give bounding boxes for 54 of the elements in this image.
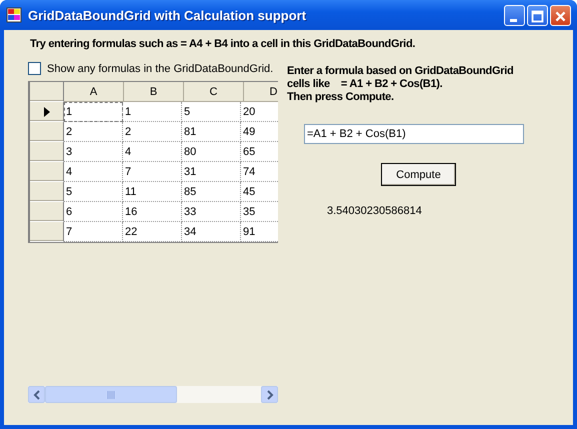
table-cell[interactable]: 20 <box>241 102 278 122</box>
table-cell[interactable]: 2 <box>123 122 182 142</box>
table-cell[interactable]: 65 <box>241 142 278 162</box>
table-cell[interactable]: 7 <box>64 222 123 242</box>
scrollbar-thumb[interactable] <box>45 386 177 403</box>
table-cell[interactable]: 2 <box>64 122 123 142</box>
help-text: Enter a formula based on GridDataBoundGrid <box>287 65 514 78</box>
scroll-right-button[interactable] <box>261 386 278 403</box>
chevron-left-icon <box>32 390 40 400</box>
window-title: GridDataBoundGrid with Calculation support <box>28 8 308 22</box>
formula-field[interactable]: =A1 + B2 + Cos(B1) <box>304 124 524 144</box>
current-row-icon <box>44 106 50 116</box>
row-header[interactable] <box>30 102 64 122</box>
table-cell[interactable]: 31 <box>182 162 241 182</box>
table-cell[interactable]: 7 <box>123 162 182 182</box>
table-cell[interactable]: 22 <box>123 222 182 242</box>
grip-icon <box>106 390 116 398</box>
table-cell[interactable]: 16 <box>123 202 182 222</box>
checkbox[interactable] <box>28 62 41 75</box>
table-cell[interactable]: 80 <box>182 142 241 162</box>
table-cell[interactable]: 49 <box>241 122 278 142</box>
table-cell[interactable]: 5 <box>182 102 241 122</box>
checkbox-label[interactable]: Show any formulas in the GridDataBoundGrid. <box>47 62 274 74</box>
column-header[interactable]: C <box>184 82 244 102</box>
table-cell[interactable]: 35 <box>241 202 278 222</box>
table-cell[interactable]: 5 <box>64 182 123 202</box>
scroll-left-button[interactable] <box>28 386 45 403</box>
table-cell[interactable]: 45 <box>241 182 278 202</box>
help-text: cells like = A1 + B2 + Cos(B1). <box>287 78 444 91</box>
result-text: 3.54030230586814 <box>327 205 423 217</box>
table-cell[interactable]: 91 <box>241 222 278 242</box>
table-cell[interactable]: 4 <box>64 162 123 182</box>
table-cell[interactable]: 1 <box>64 102 123 122</box>
table-cell[interactable]: 81 <box>182 122 241 142</box>
help-text: Then press Compute. <box>287 91 395 104</box>
table-cell[interactable]: 6 <box>64 202 123 222</box>
app-icon <box>6 7 22 23</box>
minimize-button[interactable] <box>504 4 525 26</box>
table-cell[interactable]: 11 <box>123 182 182 202</box>
table-cell[interactable]: 1 <box>123 102 182 122</box>
maximize-button[interactable] <box>527 4 548 26</box>
table-cell[interactable]: 4 <box>123 142 182 162</box>
table-cell[interactable]: 33 <box>182 202 241 222</box>
table-cell[interactable]: 85 <box>182 182 241 202</box>
table-cell[interactable]: 34 <box>182 222 241 242</box>
table-cell[interactable]: 3 <box>64 142 123 162</box>
instructions-text: Try entering formulas such as = A4 + B4 into a cell in this GridDataBoundGrid. <box>30 38 416 50</box>
column-header[interactable]: A <box>64 82 124 102</box>
column-header[interactable]: B <box>124 82 184 102</box>
compute-button[interactable]: Compute <box>381 163 456 186</box>
chevron-right-icon <box>266 390 274 400</box>
close-button[interactable] <box>550 4 571 26</box>
table-cell[interactable]: 74 <box>241 162 278 182</box>
minimize-icon <box>510 18 517 22</box>
